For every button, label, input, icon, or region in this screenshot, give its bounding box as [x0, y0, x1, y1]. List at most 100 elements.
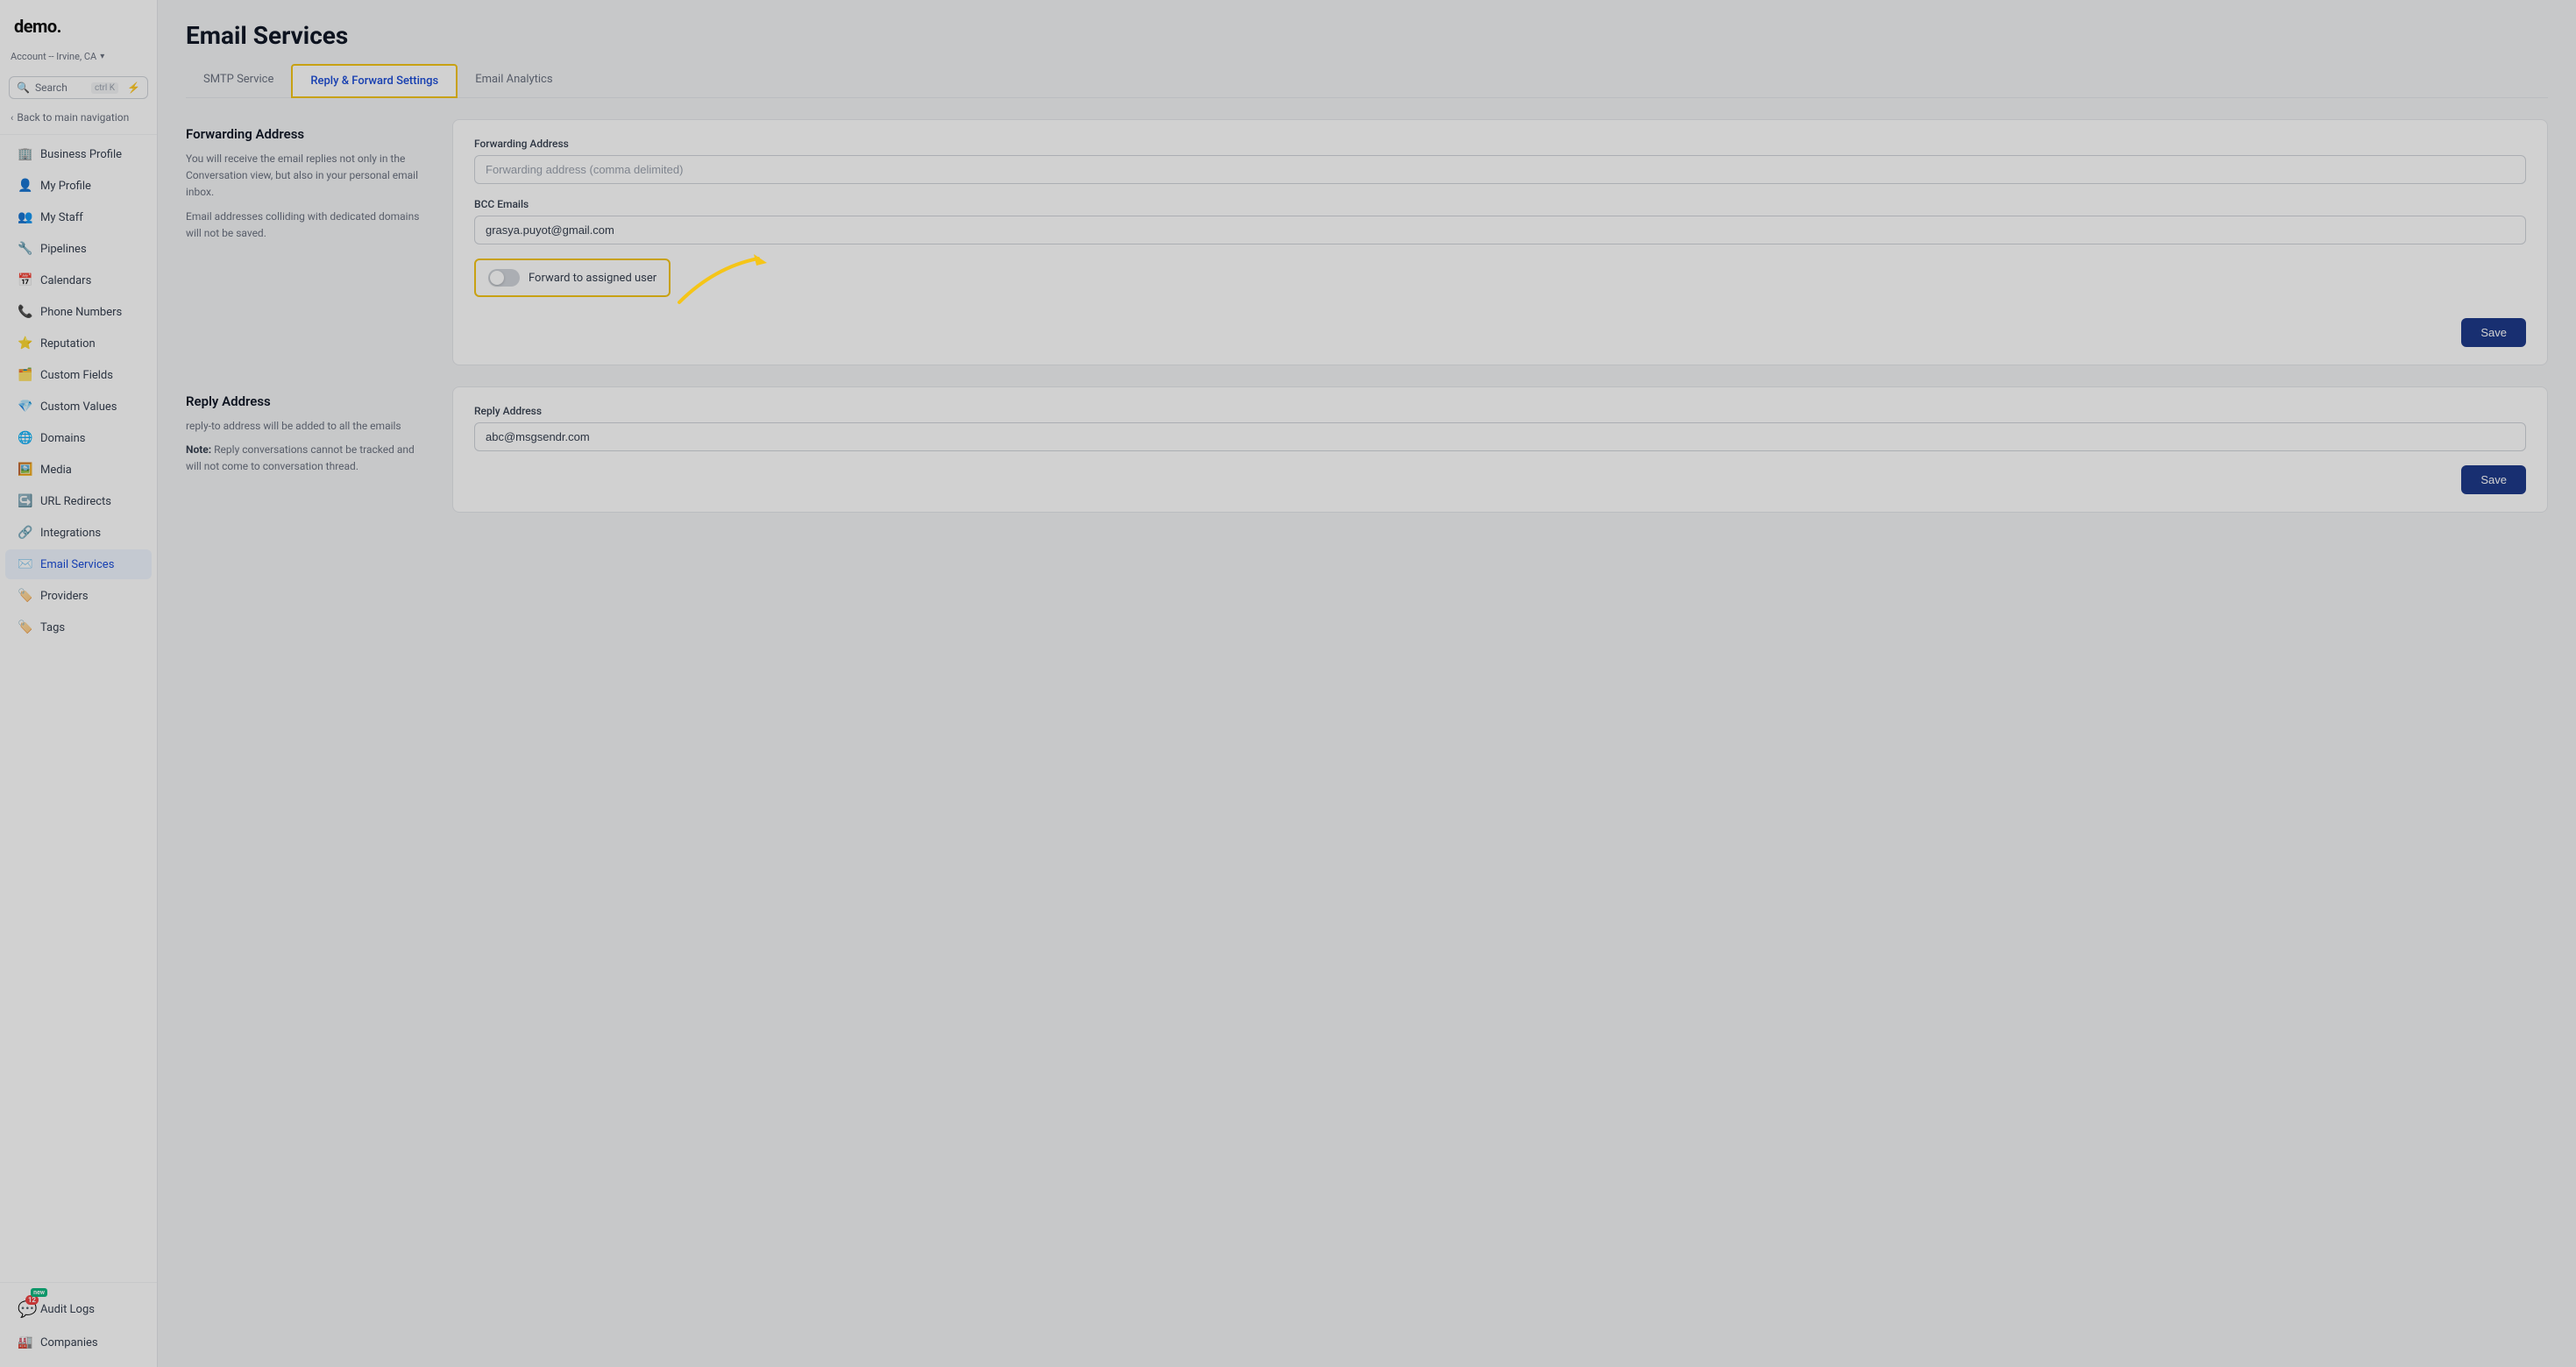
forwarding-address-label: Forwarding Address: [474, 138, 2526, 150]
audit-logs-icon: 💬 12 new: [18, 1300, 32, 1319]
sidebar-item-media[interactable]: 🖼️ Media: [5, 455, 152, 485]
business-profile-icon: 🏢: [18, 147, 32, 161]
sidebar-item-label: Custom Values: [40, 400, 117, 414]
sidebar-item-business-profile[interactable]: 🏢 Business Profile: [5, 139, 152, 169]
forwarding-address-group: Forwarding Address: [474, 138, 2526, 184]
lightning-icon: ⚡: [127, 81, 140, 94]
sidebar-item-pipelines[interactable]: 🔧 Pipelines: [5, 234, 152, 264]
tags-icon: 🏷️: [18, 620, 32, 634]
custom-fields-icon: 🗂️: [18, 368, 32, 382]
sidebar-item-tags[interactable]: 🏷️ Tags: [5, 613, 152, 642]
reply-address-description: Reply Address reply-to address will be a…: [186, 386, 431, 513]
toggle-track: [488, 269, 520, 287]
sidebar-item-label: Domains: [40, 432, 85, 445]
forwarding-save-button[interactable]: Save: [2461, 318, 2526, 347]
sidebar-item-label: Integrations: [40, 527, 101, 540]
custom-values-icon: 💎: [18, 400, 32, 414]
email-services-icon: ✉️: [18, 557, 32, 571]
back-nav-label: Back to main navigation: [17, 111, 129, 124]
sidebar-item-label: Custom Fields: [40, 369, 113, 382]
account-selector[interactable]: Account -- Irvine, CA ▾: [0, 46, 157, 71]
search-shortcut: ctrl K: [91, 82, 118, 94]
tab-smtp-service[interactable]: SMTP Service: [186, 64, 291, 98]
reply-card-footer: Save: [474, 465, 2526, 494]
media-icon: 🖼️: [18, 463, 32, 477]
toggle-container: Forward to assigned user: [474, 259, 671, 311]
forwarding-heading: Forwarding Address: [186, 126, 431, 142]
main-content: Email Services SMTP Service Reply & Forw…: [158, 0, 2576, 1367]
pipelines-icon: 🔧: [18, 242, 32, 256]
bcc-emails-label: BCC Emails: [474, 198, 2526, 210]
new-badge: new: [31, 1288, 47, 1297]
reputation-icon: ⭐: [18, 336, 32, 351]
toggle-thumb: [490, 271, 504, 285]
providers-icon: 🏷️: [18, 589, 32, 603]
forward-to-assigned-user-toggle-row: Forward to assigned user: [474, 259, 671, 297]
sidebar-item-reputation[interactable]: ⭐ Reputation: [5, 329, 152, 358]
reply-address-card: Reply Address Save: [452, 386, 2548, 513]
sidebar-item-label: Providers: [40, 590, 89, 603]
sidebar-item-calendars[interactable]: 📅 Calendars: [5, 266, 152, 295]
forwarding-address-section: Forwarding Address You will receive the …: [186, 119, 2548, 365]
sidebar-item-label: Pipelines: [40, 243, 87, 256]
reply-note: Note: Reply conversations cannot be trac…: [186, 442, 431, 475]
sidebar-item-label: Email Services: [40, 558, 114, 571]
search-bar[interactable]: 🔍 Search ctrl K ⚡: [9, 76, 148, 99]
tab-reply-forward-settings[interactable]: Reply & Forward Settings: [291, 64, 458, 98]
url-redirects-icon: ↪️: [18, 494, 32, 508]
chevron-down-icon: ▾: [100, 52, 104, 61]
bcc-emails-group: BCC Emails: [474, 198, 2526, 244]
sidebar-item-my-staff[interactable]: 👥 My Staff: [5, 202, 152, 232]
account-label: Account -- Irvine, CA: [11, 51, 96, 62]
sidebar-item-domains[interactable]: 🌐 Domains: [5, 423, 152, 453]
sidebar-item-label: My Staff: [40, 211, 83, 224]
bcc-emails-input[interactable]: [474, 216, 2526, 244]
forwarding-desc-1: You will receive the email replies not o…: [186, 151, 431, 202]
search-label: Search: [35, 81, 67, 94]
sidebar-item-label: Companies: [40, 1336, 98, 1349]
sidebar-item-label: Calendars: [40, 274, 91, 287]
back-arrow-icon: ‹: [11, 112, 13, 124]
sidebar-item-label: My Profile: [40, 180, 91, 193]
sidebar-item-my-profile[interactable]: 👤 My Profile: [5, 171, 152, 201]
sidebar-item-phone-numbers[interactable]: 📞 Phone Numbers: [5, 297, 152, 327]
sidebar-item-label: Media: [40, 464, 72, 477]
back-nav[interactable]: ‹ Back to main navigation: [0, 104, 157, 131]
toggle-label: Forward to assigned user: [529, 272, 656, 285]
sidebar-item-label: Phone Numbers: [40, 306, 122, 319]
sidebar-item-custom-values[interactable]: 💎 Custom Values: [5, 392, 152, 421]
reply-save-button[interactable]: Save: [2461, 465, 2526, 494]
forwarding-address-card: Forwarding Address BCC Emails: [452, 119, 2548, 365]
reply-desc-1: reply-to address will be added to all th…: [186, 418, 431, 435]
reply-note-text: Reply conversations cannot be tracked an…: [186, 443, 415, 472]
calendars-icon: 📅: [18, 273, 32, 287]
sidebar-item-email-services[interactable]: ✉️ Email Services: [5, 549, 152, 579]
sidebar: demo. Account -- Irvine, CA ▾ 🔍 Search c…: [0, 0, 158, 1367]
companies-icon: 🏭: [18, 1335, 32, 1349]
tab-email-analytics[interactable]: Email Analytics: [458, 64, 570, 98]
sidebar-bottom: 💬 12 new Audit Logs 🏭 Companies: [0, 1282, 157, 1367]
sidebar-item-integrations[interactable]: 🔗 Integrations: [5, 518, 152, 548]
sidebar-item-url-redirects[interactable]: ↪️ URL Redirects: [5, 486, 152, 516]
forwarding-desc-2: Email addresses colliding with dedicated…: [186, 209, 431, 242]
page-title: Email Services: [186, 21, 2548, 50]
app-logo: demo.: [0, 0, 157, 46]
my-staff-icon: 👥: [18, 210, 32, 224]
sidebar-divider: [0, 134, 157, 135]
reply-address-group: Reply Address: [474, 405, 2526, 451]
reply-address-input[interactable]: [474, 422, 2526, 451]
forwarding-card-footer: Save: [474, 318, 2526, 347]
sidebar-item-audit-logs[interactable]: 💬 12 new Audit Logs: [5, 1293, 152, 1327]
reply-heading: Reply Address: [186, 393, 431, 409]
sidebar-item-label: Business Profile: [40, 148, 122, 161]
sidebar-item-custom-fields[interactable]: 🗂️ Custom Fields: [5, 360, 152, 390]
forwarding-address-input[interactable]: [474, 155, 2526, 184]
sidebar-item-label: Reputation: [40, 337, 96, 351]
tabs: SMTP Service Reply & Forward Settings Em…: [186, 64, 2548, 98]
toggle-switch[interactable]: [488, 269, 520, 287]
yellow-arrow-annotation: [671, 250, 767, 311]
sidebar-item-companies[interactable]: 🏭 Companies: [5, 1328, 152, 1357]
content-area: Forwarding Address You will receive the …: [158, 98, 2576, 1367]
forwarding-address-description: Forwarding Address You will receive the …: [186, 119, 431, 365]
sidebar-item-providers[interactable]: 🏷️ Providers: [5, 581, 152, 611]
